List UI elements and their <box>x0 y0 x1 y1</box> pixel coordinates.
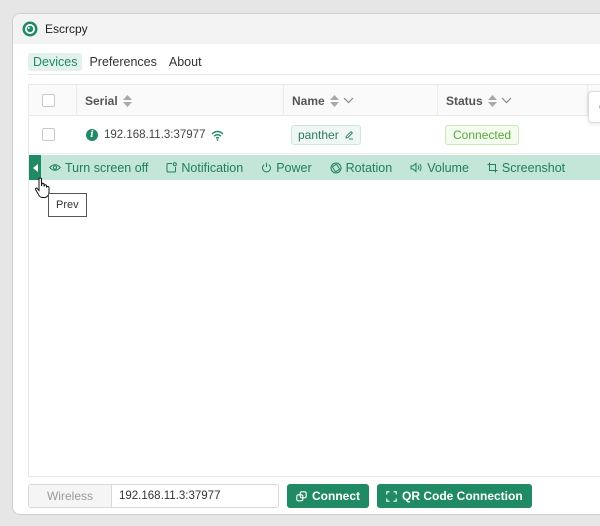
device-name: panther <box>298 128 339 142</box>
screenshot-icon <box>487 162 498 173</box>
main-nav: Devices Preferences About <box>28 50 600 75</box>
serial-cell: i 192.168.11.3:37977 <box>86 116 224 154</box>
notification-icon <box>166 162 178 173</box>
title-bar: Escrcpy <box>13 14 600 44</box>
column-status-label: Status <box>446 93 483 108</box>
notification-label: Notification <box>181 160 244 175</box>
info-icon[interactable]: i <box>86 129 98 141</box>
rotation-label: Rotation <box>345 160 393 175</box>
tab-about[interactable]: About <box>164 53 207 71</box>
rotation-button[interactable]: Rotation <box>330 160 393 175</box>
bottom-bar: Wireless Connect QR Code Connection <box>28 484 600 508</box>
table-header: Serial Name Status <box>29 85 600 116</box>
device-action-toolbar: Turn screen off Notification Power Rotat… <box>29 155 600 180</box>
rotation-icon <box>330 162 342 173</box>
serial-value: 192.168.11.3:37977 <box>104 129 206 141</box>
power-button[interactable]: Power <box>261 160 312 175</box>
column-name[interactable]: Name <box>283 85 437 116</box>
select-all-checkbox[interactable] <box>42 94 55 107</box>
tab-preferences[interactable]: Preferences <box>84 53 161 71</box>
column-status[interactable]: Status <box>437 85 587 116</box>
qr-code-connection-button[interactable]: QR Code Connection <box>377 484 532 508</box>
status-badge: Connected <box>445 125 520 145</box>
edit-icon[interactable] <box>344 130 354 140</box>
device-table: Serial Name Status i 192.168.11.3:37977 … <box>28 84 600 477</box>
device-name-tag[interactable]: panther <box>291 125 361 145</box>
screenshot-button[interactable]: Screenshot <box>487 161 565 175</box>
connect-label: Connect <box>312 489 360 503</box>
filter-chevron-icon[interactable] <box>501 97 512 104</box>
connect-button[interactable]: Connect <box>287 484 369 508</box>
link-icon <box>296 490 307 501</box>
prev-tooltip: Prev <box>48 193 87 217</box>
escrcpy-logo-icon <box>22 21 38 37</box>
caret-left-icon <box>32 163 38 172</box>
table-row[interactable]: i 192.168.11.3:37977 panther Connected <box>29 116 600 154</box>
app-window: Escrcpy Devices Preferences About Serial… <box>12 13 600 515</box>
eye-icon <box>49 164 61 171</box>
wireless-field: Wireless <box>28 484 279 508</box>
app-title: Escrcpy <box>45 22 88 36</box>
sort-icon[interactable] <box>329 94 339 107</box>
column-serial[interactable]: Serial <box>76 85 283 116</box>
volume-icon <box>410 162 422 173</box>
row-checkbox[interactable] <box>42 128 55 141</box>
screenshot-label: Screenshot <box>501 160 566 175</box>
filter-chevron-icon[interactable] <box>343 97 354 104</box>
wifi-icon <box>211 130 224 141</box>
tab-devices[interactable]: Devices <box>28 53 83 71</box>
status-cell: Connected <box>445 116 520 154</box>
turn-screen-off-button[interactable]: Turn screen off <box>49 161 148 175</box>
column-name-label: Name <box>292 93 325 108</box>
volume-button[interactable]: Volume <box>410 161 469 175</box>
sort-icon[interactable] <box>122 94 132 107</box>
power-icon <box>262 162 272 173</box>
turn-screen-off-label: Turn screen off <box>65 160 149 175</box>
volume-label: Volume <box>427 160 469 175</box>
wireless-label: Wireless <box>29 485 112 507</box>
name-cell: panther <box>291 116 361 154</box>
power-label: Power <box>276 160 312 175</box>
column-serial-label: Serial <box>85 93 118 108</box>
qr-code-connection-label: QR Code Connection <box>402 489 523 503</box>
wireless-address-input[interactable] <box>112 485 278 507</box>
side-popup[interactable]: Co <box>588 91 600 123</box>
sort-icon[interactable] <box>487 94 497 107</box>
notification-button[interactable]: Notification <box>166 161 243 175</box>
scan-icon <box>386 490 397 502</box>
